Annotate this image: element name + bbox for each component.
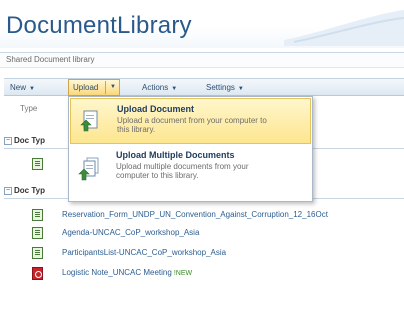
chevron-down-icon: ▼ [171,86,178,92]
document-name-link[interactable]: Logistic Note_UNCAC Meeting !NEW [62,268,192,277]
word-document-icon[interactable] [32,158,43,170]
collapse-icon[interactable]: − [4,186,12,195]
word-document-icon[interactable] [32,247,43,259]
menu-item-title: Upload Multiple Documents [116,150,235,160]
word-document-icon[interactable] [32,227,43,239]
menu-item-title: Upload Document [117,104,195,114]
pdf-document-icon[interactable] [32,267,43,280]
word-document-icon[interactable] [32,209,43,221]
upload-dropdown-menu: Upload Document Upload a document from y… [68,96,313,202]
menu-item-description: Upload a document from your computer to … [117,116,267,134]
breadcrumb[interactable]: Shared Document library [6,55,94,64]
upload-multiple-icon [78,157,99,181]
new-menu-label: New [10,83,27,92]
column-header-type[interactable]: Type [20,104,37,113]
menu-item-upload-document[interactable]: Upload Document Upload a document from y… [70,98,311,144]
actions-menu-button[interactable]: Actions ▼ [138,80,181,95]
collapse-icon[interactable]: − [4,136,12,145]
list-item[interactable]: Reservation_Form_UNDP_UN_Convention_Agai… [32,208,404,222]
breadcrumb-bar: Shared Document library [0,52,404,68]
group-header[interactable]: − Doc Typ [4,136,45,145]
document-name-link[interactable]: Agenda-UNCAC_CoP_workshop_Asia [62,228,199,237]
menu-item-upload-multiple-documents[interactable]: Upload Multiple Documents Upload multipl… [70,145,311,201]
list-item[interactable]: Agenda-UNCAC_CoP_workshop_Asia [32,226,404,240]
upload-document-icon [80,110,98,132]
upload-menu-label: Upload [73,83,99,92]
menu-item-description: Upload multiple documents from your comp… [116,162,249,180]
library-toolbar: New ▼ Upload ▼ Actions ▼ Settings ▼ [4,78,404,96]
new-badge: !NEW [173,270,193,277]
header-swoosh-decoration [284,10,404,46]
document-name-link[interactable]: Reservation_Form_UNDP_UN_Convention_Agai… [62,210,328,219]
group-label: Doc Typ [14,136,45,145]
list-item[interactable]: ParticipantsList-UNCAC_CoP_workshop_Asia [32,246,404,260]
upload-menu-button[interactable]: Upload ▼ [68,79,120,96]
document-name-text[interactable]: Logistic Note_UNCAC Meeting [62,268,172,277]
list-item[interactable]: Logistic Note_UNCAC Meeting !NEW [32,266,404,280]
settings-menu-label: Settings [206,83,235,92]
group-label: Doc Typ [14,186,45,195]
chevron-down-icon: ▼ [237,86,244,92]
actions-menu-label: Actions [142,83,169,92]
settings-menu-button[interactable]: Settings ▼ [202,80,248,95]
chevron-down-icon: ▼ [29,86,35,92]
new-menu-button[interactable]: New ▼ [6,80,39,95]
page-title: DocumentLibrary [6,12,192,39]
group-header[interactable]: − Doc Typ [4,186,45,195]
document-name-link[interactable]: ParticipantsList-UNCAC_CoP_workshop_Asia [62,248,226,257]
title-band: DocumentLibrary [0,0,404,48]
split-button-divider [105,81,106,94]
chevron-down-icon[interactable]: ▼ [110,80,116,95]
